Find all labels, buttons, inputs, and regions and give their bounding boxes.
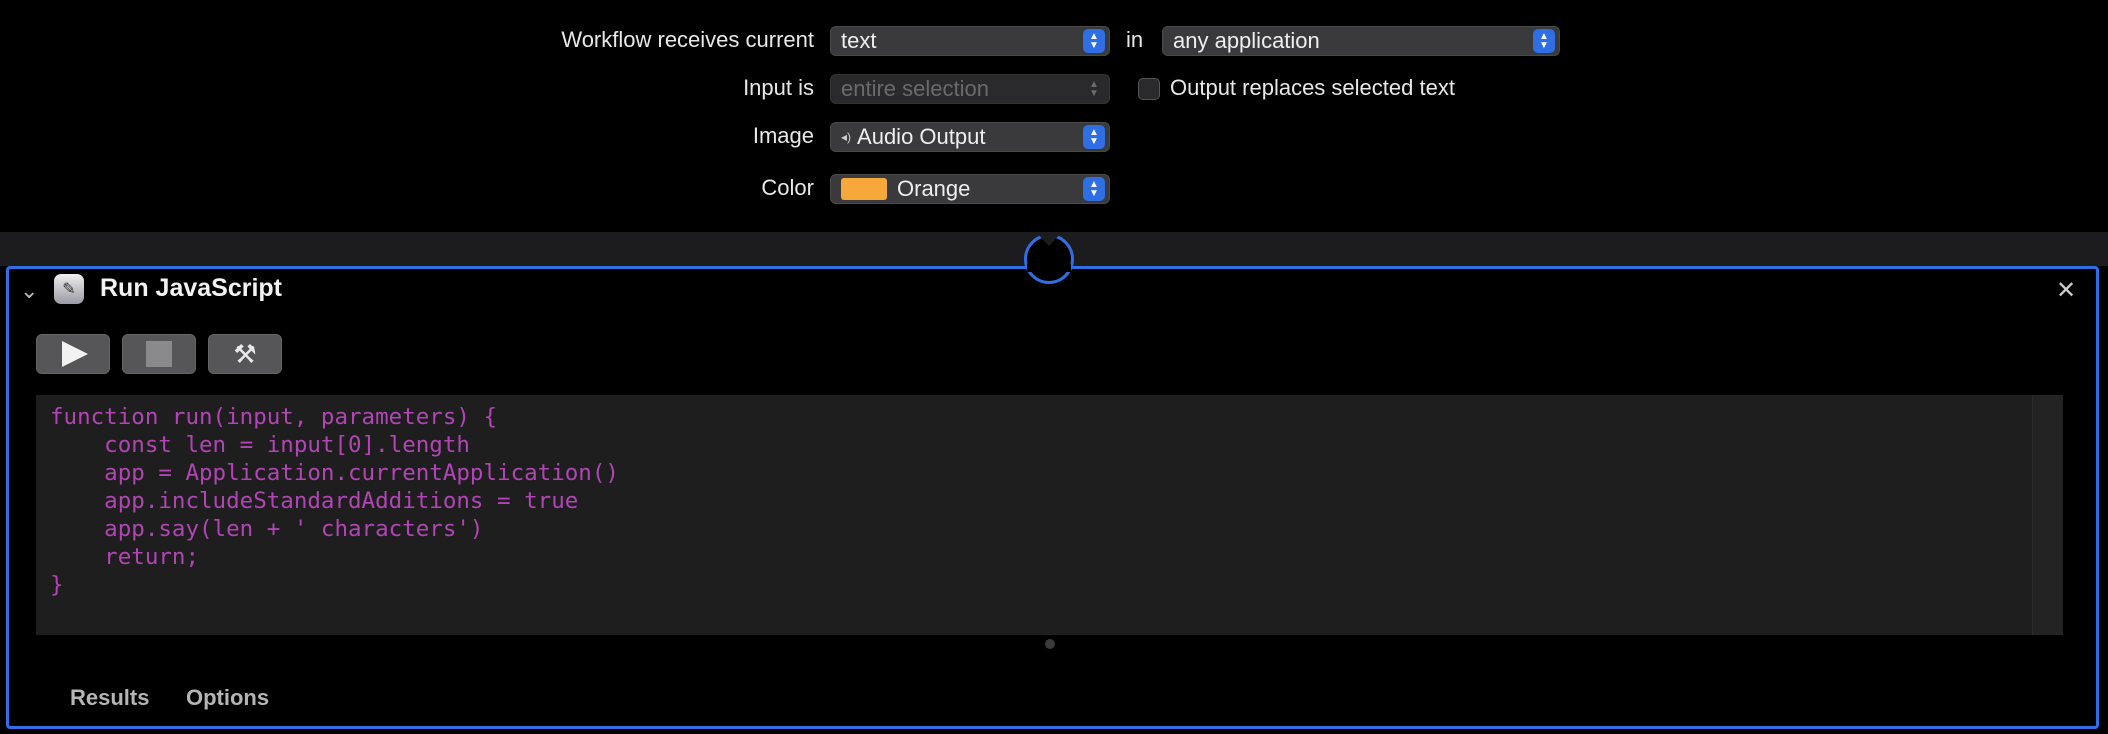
color-label: Color (761, 175, 814, 200)
code-text[interactable]: function run(input, parameters) { const … (50, 403, 619, 599)
image-value: Audio Output (857, 124, 986, 149)
tab-options[interactable]: Options (186, 685, 269, 711)
action-title: Run JavaScript (100, 274, 283, 302)
color-swatch (841, 178, 887, 200)
stop-icon (146, 341, 172, 367)
input-value: entire selection (841, 76, 989, 101)
popup-arrows-icon: ▲ ▼ (1083, 177, 1105, 201)
color-popup[interactable]: Orange ▲ ▼ (830, 174, 1110, 204)
speaker-icon: ◂) (841, 130, 852, 144)
connector-mask (1027, 264, 1071, 272)
in-label: in (1126, 27, 1144, 52)
script-editor-icon: ✎ (54, 274, 84, 304)
compile-button[interactable]: ⚒ (208, 334, 282, 374)
image-label: Image (752, 123, 814, 148)
stop-button[interactable] (122, 334, 196, 374)
play-icon (62, 341, 88, 367)
input-label: Input is (743, 75, 814, 100)
hammer-icon: ⚒ (233, 338, 257, 369)
image-popup[interactable]: ◂) Audio Output ▲ ▼ (830, 122, 1110, 152)
chevron-down-icon[interactable]: ⌄ (20, 278, 38, 304)
tab-results[interactable]: Results (70, 685, 149, 711)
output-replaces-label: Output replaces selected text (1170, 75, 1455, 100)
application-value: any application (1173, 28, 1320, 53)
popup-arrows-icon: ▲ ▼ (1083, 125, 1105, 149)
run-button[interactable] (36, 334, 110, 374)
popup-arrows-icon: ▲ ▼ (1089, 79, 1099, 99)
editor-scrollbar[interactable] (2032, 395, 2063, 635)
popup-arrows-icon: ▲ ▼ (1533, 29, 1555, 53)
application-popup[interactable]: any application ▲ ▼ (1162, 26, 1560, 56)
close-icon[interactable]: ✕ (2056, 276, 2076, 305)
connector-notch (1036, 232, 1062, 246)
receives-label: Workflow receives current (561, 27, 814, 52)
color-value: Orange (897, 176, 971, 201)
receives-popup[interactable]: text ▲ ▼ (830, 26, 1110, 56)
input-popup: entire selection ▲ ▼ (830, 74, 1110, 104)
output-replaces-checkbox[interactable] (1138, 78, 1160, 100)
receives-value: text (841, 28, 877, 53)
popup-arrows-icon: ▲ ▼ (1083, 29, 1105, 53)
resize-handle[interactable] (1045, 639, 1055, 649)
